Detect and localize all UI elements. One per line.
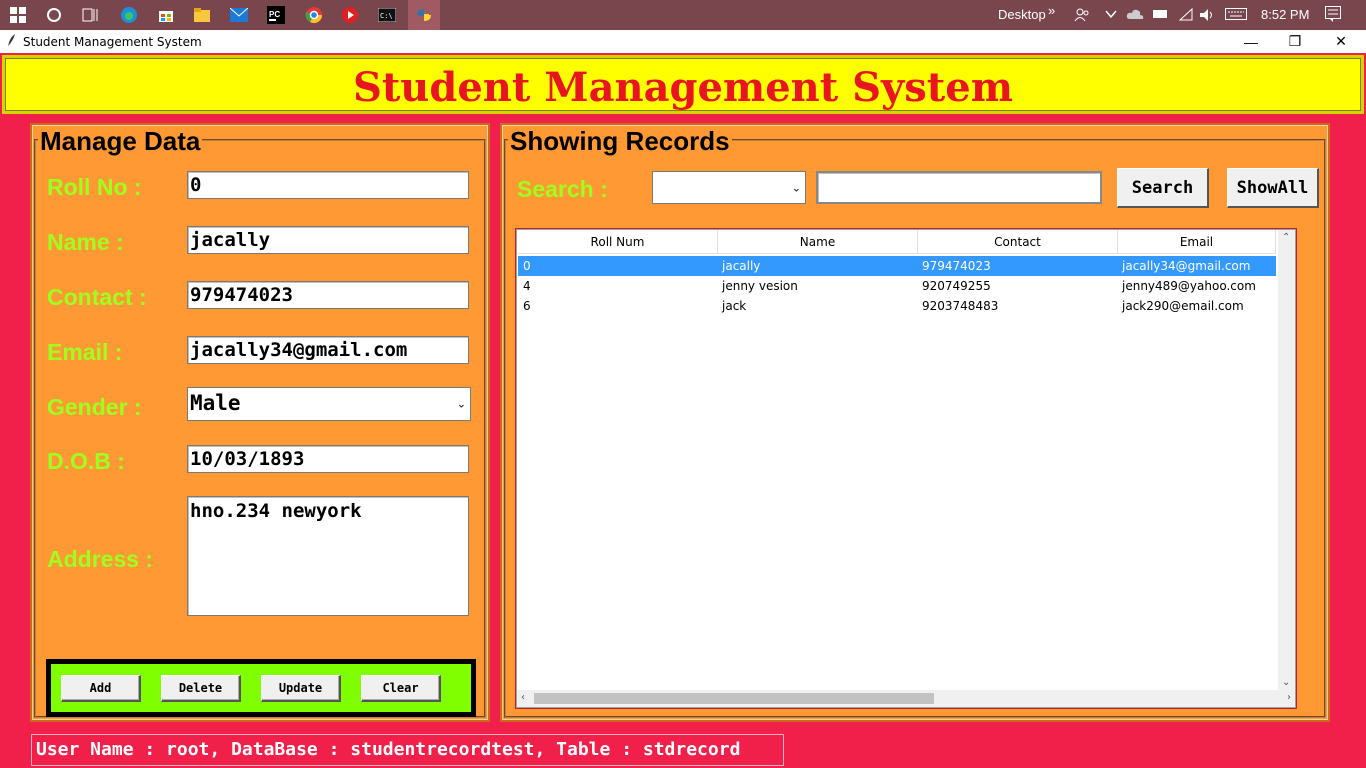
delete-button[interactable]: Delete xyxy=(161,675,241,702)
cell-roll: 0 xyxy=(523,259,531,273)
name-input[interactable]: jacally xyxy=(187,226,469,254)
chevron-up-icon[interactable] xyxy=(1105,8,1117,22)
gender-value: Male xyxy=(190,391,241,415)
file-explorer-icon[interactable] xyxy=(192,5,212,25)
showall-button[interactable]: ShowAll xyxy=(1227,168,1319,208)
scroll-left-icon[interactable]: ‹ xyxy=(521,692,525,703)
table-row[interactable]: 0 jacally 979474023 jacally34@gmail.com xyxy=(518,256,1276,276)
people-icon[interactable] xyxy=(1074,8,1090,25)
feather-app-icon xyxy=(6,33,16,50)
email-input[interactable]: jacally34@gmail.com xyxy=(187,336,469,364)
email-label: Email : xyxy=(47,339,123,365)
horizontal-scroll-thumb[interactable] xyxy=(534,693,934,704)
command-prompt-icon[interactable]: C:\ xyxy=(377,5,397,25)
clock-time[interactable]: 8:52 PM xyxy=(1261,7,1309,22)
scroll-right-icon[interactable]: › xyxy=(1287,692,1291,703)
search-by-select[interactable]: ⌄ xyxy=(652,171,806,204)
records-table[interactable]: Roll Num Name Contact Email 0 jacally 97… xyxy=(516,229,1296,708)
chevron-down-icon[interactable]: ⌄ xyxy=(792,181,801,194)
maximize-button[interactable]: ❐ xyxy=(1272,30,1318,53)
gender-select[interactable]: Male ⌄ xyxy=(187,387,471,421)
cell-roll: 4 xyxy=(523,279,531,293)
cell-contact: 9203748483 xyxy=(922,299,999,313)
battery-icon[interactable] xyxy=(1153,8,1169,22)
svg-text:PC: PC xyxy=(269,10,280,19)
name-label: Name : xyxy=(47,229,124,255)
chevron-down-icon[interactable]: ⌄ xyxy=(457,398,466,411)
page-title: Student Management System xyxy=(352,64,1014,111)
desktop-toolbar-label[interactable]: Desktop xyxy=(998,7,1046,22)
mail-icon[interactable] xyxy=(229,5,249,25)
minimize-button[interactable]: — xyxy=(1228,30,1274,53)
pycharm-icon[interactable]: PC xyxy=(266,5,286,25)
manage-data-legend: Manage Data xyxy=(38,126,203,157)
table-row[interactable]: 4 jenny vesion 920749255 jenny489@yahoo.… xyxy=(518,276,1276,296)
action-button-frame: Add Delete Update Clear xyxy=(46,659,476,717)
table-row[interactable]: 6 jack 9203748483 jack290@email.com xyxy=(518,296,1276,316)
showing-records-legend: Showing Records xyxy=(508,126,732,157)
roll-input[interactable]: 0 xyxy=(187,171,469,199)
horizontal-scrollbar[interactable]: ‹ › xyxy=(517,690,1295,707)
wifi-icon[interactable] xyxy=(1178,7,1194,25)
keyboard-icon[interactable] xyxy=(1225,8,1247,23)
windows-taskbar: PC C:\ Desktop » 8:52 PM xyxy=(0,0,1366,30)
cell-contact: 920749255 xyxy=(922,279,991,293)
cell-roll: 6 xyxy=(523,299,531,313)
svg-text:C:\: C:\ xyxy=(380,12,393,20)
cell-contact: 979474023 xyxy=(922,259,991,273)
contact-input[interactable]: 979474023 xyxy=(187,281,469,309)
contact-label: Contact : xyxy=(47,284,147,310)
cell-email: jacally34@gmail.com xyxy=(1122,259,1251,273)
update-button[interactable]: Update xyxy=(261,675,341,702)
address-textarea[interactable]: hno.234 newyork xyxy=(187,496,469,616)
search-button[interactable]: Search xyxy=(1117,168,1209,208)
vertical-scrollbar[interactable]: ⌃ ⌄ xyxy=(1278,230,1295,690)
python-icon[interactable] xyxy=(414,5,434,25)
toolbar-more-icon[interactable]: » xyxy=(1048,3,1055,18)
search-input[interactable] xyxy=(816,171,1102,204)
chrome-icon[interactable] xyxy=(304,5,324,25)
clear-button[interactable]: Clear xyxy=(361,675,441,702)
search-label: Search : xyxy=(517,176,608,202)
status-bar: User Name : root, DataBase : studentreco… xyxy=(31,734,784,766)
scroll-down-icon[interactable]: ⌄ xyxy=(1282,677,1290,688)
add-button[interactable]: Add xyxy=(61,675,141,702)
edge-browser-icon[interactable] xyxy=(119,5,139,25)
dob-input[interactable]: 10/03/1893 xyxy=(187,445,469,473)
close-button[interactable]: ✕ xyxy=(1318,30,1364,53)
scroll-up-icon[interactable]: ⌃ xyxy=(1282,232,1290,243)
cell-name: jacally xyxy=(722,259,761,273)
dob-label: D.O.B : xyxy=(47,448,125,474)
window-title-bar: Student Management System — ❐ ✕ xyxy=(0,30,1366,53)
youtube-music-icon[interactable] xyxy=(340,5,360,25)
cell-name: jenny vesion xyxy=(722,279,798,293)
cloud-icon[interactable] xyxy=(1126,8,1144,23)
address-label: Address : xyxy=(47,546,154,572)
store-icon[interactable] xyxy=(156,5,176,25)
column-header-contact[interactable]: Contact xyxy=(918,230,1118,254)
task-view-icon[interactable] xyxy=(80,5,100,25)
column-header-roll[interactable]: Roll Num xyxy=(518,230,718,254)
manage-data-panel: Manage Data Roll No : 0 Name : jacally C… xyxy=(30,123,490,722)
cell-email: jenny489@yahoo.com xyxy=(1122,279,1256,293)
search-icon[interactable] xyxy=(44,5,64,25)
header-banner: Student Management System xyxy=(2,55,1364,114)
cell-name: jack xyxy=(722,299,747,313)
notifications-icon[interactable] xyxy=(1325,6,1341,25)
volume-icon[interactable] xyxy=(1199,8,1215,25)
column-header-name[interactable]: Name xyxy=(718,230,918,254)
cell-email: jack290@email.com xyxy=(1122,299,1244,313)
showing-records-panel: Showing Records Search : ⌄ Search ShowAl… xyxy=(500,123,1330,722)
column-header-email[interactable]: Email xyxy=(1118,230,1276,254)
windows-start-icon[interactable] xyxy=(8,5,28,25)
roll-label: Roll No : xyxy=(47,174,142,200)
gender-label: Gender : xyxy=(47,394,142,420)
window-title: Student Management System xyxy=(23,35,202,49)
